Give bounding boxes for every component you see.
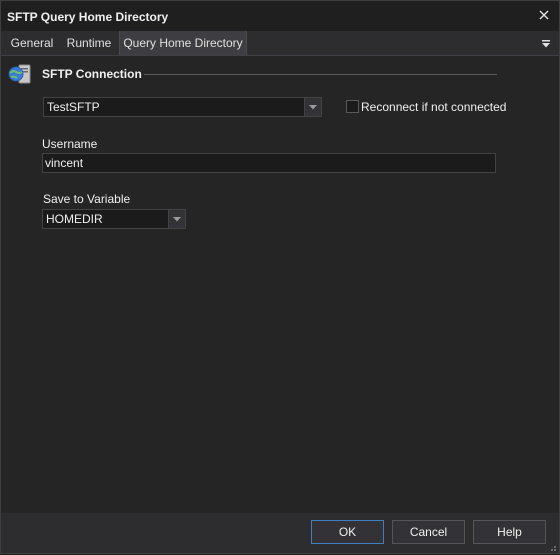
tab-bar: General Runtime Query Home Directory bbox=[1, 31, 559, 56]
username-field[interactable] bbox=[45, 155, 485, 171]
reconnect-checkbox[interactable] bbox=[346, 100, 359, 113]
ok-button[interactable]: OK bbox=[311, 520, 384, 544]
username-field-box bbox=[42, 153, 496, 173]
cancel-button[interactable]: Cancel bbox=[392, 520, 465, 544]
connection-value: TestSFTP bbox=[47, 100, 100, 114]
dialog-window: SFTP Query Home Directory General Runtim… bbox=[0, 0, 560, 554]
save-variable-label: Save to Variable bbox=[43, 192, 131, 206]
tab-query-home-directory[interactable]: Query Home Directory bbox=[119, 31, 247, 55]
resize-grip-icon[interactable] bbox=[547, 541, 557, 551]
tab-runtime[interactable]: Runtime bbox=[61, 31, 117, 55]
chevron-down-icon[interactable] bbox=[304, 98, 321, 116]
sftp-connection-icon bbox=[7, 62, 33, 86]
section-divider bbox=[144, 74, 497, 75]
menu-arrow-icon[interactable] bbox=[541, 38, 551, 48]
username-label: Username bbox=[42, 137, 98, 151]
close-icon[interactable] bbox=[535, 6, 553, 24]
title-bar[interactable]: SFTP Query Home Directory bbox=[1, 1, 559, 31]
button-bar: OK Cancel Help bbox=[1, 513, 559, 553]
content-panel: SFTP Connection TestSFTP Reconnect if no… bbox=[1, 56, 559, 513]
save-variable-value: HOMEDIR bbox=[46, 212, 103, 226]
section-title: SFTP Connection bbox=[42, 67, 142, 81]
save-variable-dropdown[interactable]: HOMEDIR bbox=[42, 209, 186, 229]
tab-general[interactable]: General bbox=[5, 31, 59, 55]
help-button[interactable]: Help bbox=[473, 520, 546, 544]
connection-dropdown[interactable]: TestSFTP bbox=[43, 97, 322, 117]
chevron-down-icon[interactable] bbox=[168, 210, 185, 228]
reconnect-label[interactable]: Reconnect if not connected bbox=[361, 100, 506, 114]
window-title: SFTP Query Home Directory bbox=[7, 10, 169, 24]
